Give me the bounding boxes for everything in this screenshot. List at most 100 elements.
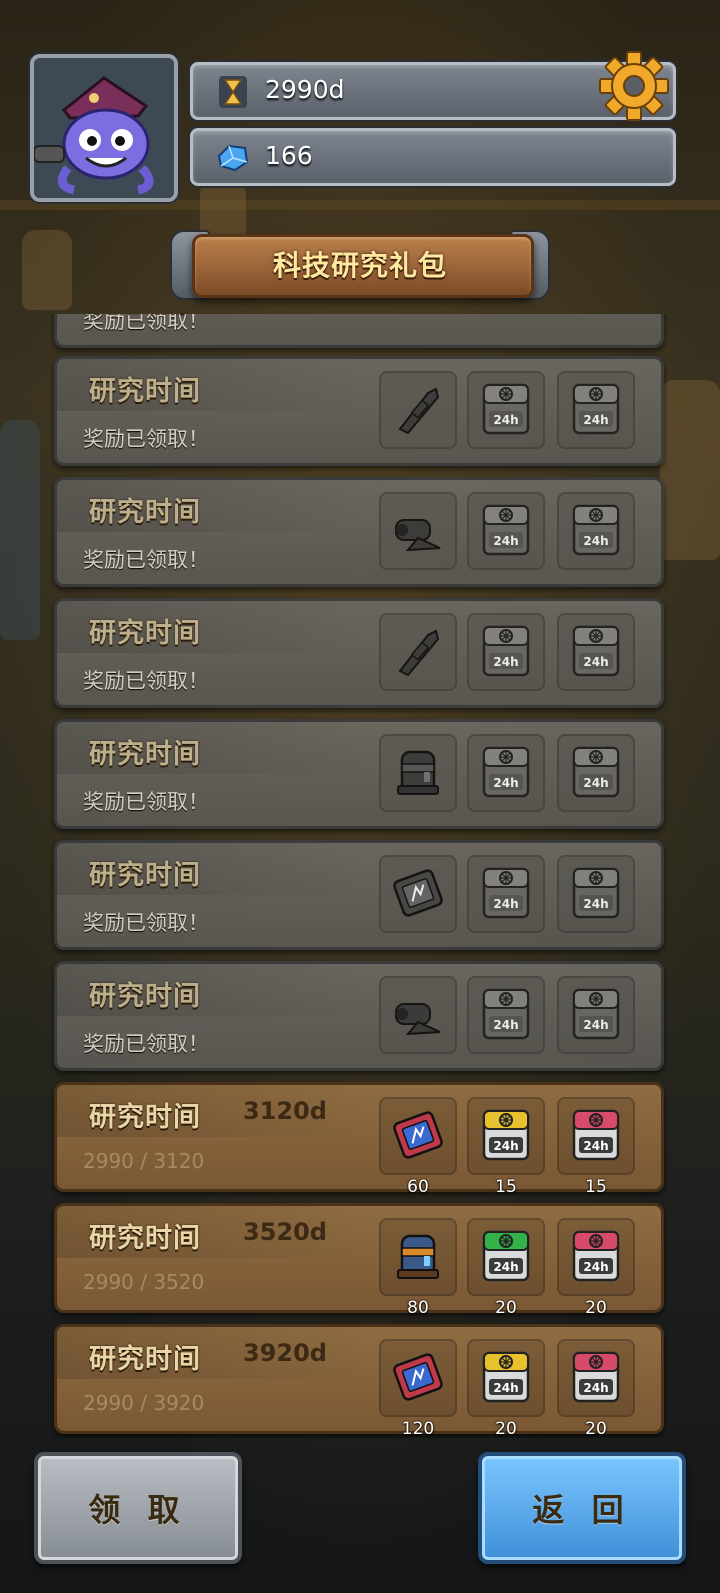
- row-title: 研究时间: [89, 1102, 201, 1133]
- reward-slot[interactable]: [379, 371, 457, 449]
- reward-slot[interactable]: 24h: [467, 613, 545, 691]
- claim-button-label: 领 取: [88, 1491, 188, 1529]
- page-title-ribbon: 科技研究礼包: [170, 230, 550, 300]
- svg-text:24h: 24h: [583, 1139, 608, 1153]
- reward-slot[interactable]: 24h 20: [467, 1339, 545, 1438]
- reward-row: 研究时间奖励已领取！ 24h 24h: [54, 961, 664, 1071]
- reward-count: 20: [495, 1298, 517, 1318]
- reward-row[interactable]: 研究时间 3120d 2990 / 3120 60 24h 15 24h 15: [54, 1082, 664, 1197]
- partial-top-row: 奖励已领取！: [54, 314, 664, 348]
- row-progress: 2990 / 3120: [83, 1149, 205, 1173]
- row-title: 研究时间: [89, 1344, 201, 1375]
- reward-slot[interactable]: 24h 20: [557, 1218, 635, 1318]
- svg-text:24h: 24h: [493, 776, 518, 790]
- reward-slot[interactable]: [379, 855, 457, 933]
- reward-slot[interactable]: 24h: [557, 492, 635, 570]
- reward-slot[interactable]: 24h 20: [467, 1218, 545, 1318]
- svg-text:24h: 24h: [493, 1139, 518, 1153]
- row-title: 研究时间: [89, 860, 201, 891]
- reward-slot[interactable]: 24h: [467, 734, 545, 812]
- row-target-time: 3520d: [243, 1218, 327, 1246]
- gem-resource-bar: 166: [190, 128, 676, 186]
- claim-button[interactable]: 领 取: [34, 1452, 242, 1564]
- back-button-label: 返 回: [532, 1491, 632, 1529]
- reward-slot[interactable]: 24h: [557, 613, 635, 691]
- row-title: 研究时间: [89, 376, 201, 407]
- row-title: 研究时间: [89, 618, 201, 649]
- svg-text:24h: 24h: [583, 1381, 608, 1395]
- reward-count: 20: [585, 1419, 607, 1438]
- reward-list[interactable]: 奖励已领取！ 研究时间 奖励已领取！ 24h 24h 研究时间 奖励已领取！ 24h 24h 研…: [50, 314, 668, 1438]
- svg-text:24h: 24h: [493, 534, 518, 548]
- reward-row: 研究时间奖励已领取！ 24h 24h: [54, 477, 664, 587]
- svg-text:24h: 24h: [583, 897, 608, 911]
- row-claimed-status: 奖励已领取！: [83, 1032, 209, 1056]
- svg-text:24h: 24h: [493, 1018, 518, 1032]
- back-button[interactable]: 返 回: [478, 1452, 686, 1564]
- reward-slot[interactable]: [379, 613, 457, 691]
- svg-text:24h: 24h: [493, 655, 518, 669]
- reward-slot[interactable]: 24h 15: [467, 1097, 545, 1197]
- reward-row[interactable]: 研究时间 3520d 2990 / 3520 80 24h 20 24h 20: [54, 1203, 664, 1318]
- bg-bottle: [0, 420, 40, 640]
- reward-slot[interactable]: [379, 734, 457, 812]
- reward-count: 80: [407, 1298, 429, 1318]
- player-avatar[interactable]: [30, 54, 178, 202]
- row-title: 研究时间: [89, 1223, 201, 1254]
- reward-slot[interactable]: 24h: [467, 976, 545, 1054]
- reward-slot[interactable]: 24h: [557, 855, 635, 933]
- row-target-time: 3120d: [243, 1097, 327, 1125]
- reward-slot[interactable]: 80: [379, 1218, 457, 1318]
- reward-slot[interactable]: 24h: [557, 976, 635, 1054]
- svg-text:24h: 24h: [493, 897, 518, 911]
- bg-bottle: [660, 380, 720, 560]
- reward-count: 15: [585, 1177, 607, 1197]
- svg-text:24h: 24h: [493, 1260, 518, 1274]
- reward-slot[interactable]: 24h: [467, 371, 545, 449]
- reward-slot[interactable]: 24h: [467, 855, 545, 933]
- reward-slot[interactable]: 24h: [557, 371, 635, 449]
- svg-text:24h: 24h: [493, 1381, 518, 1395]
- reward-slot[interactable]: [379, 492, 457, 570]
- row-title: 研究时间: [89, 981, 201, 1012]
- svg-text:24h: 24h: [583, 1018, 608, 1032]
- row-claimed-status: 奖励已领取！: [83, 548, 209, 572]
- reward-slot[interactable]: 24h 15: [557, 1097, 635, 1197]
- reward-row: 研究时间奖励已领取！ 24h 24h: [54, 356, 664, 466]
- row-title: 研究时间: [89, 497, 201, 528]
- reward-row: 研究时间奖励已领取！ 24h 24h: [54, 598, 664, 708]
- partial-row-status: 奖励已领取！: [83, 314, 209, 333]
- hourglass-icon: [219, 76, 247, 108]
- row-claimed-status: 奖励已领取！: [83, 790, 209, 814]
- reward-row[interactable]: 研究时间 3920d 2990 / 3920 120 24h 20 24h 20: [54, 1324, 664, 1438]
- reward-count: 15: [495, 1177, 517, 1197]
- reward-slot[interactable]: 24h: [467, 492, 545, 570]
- reward-slot[interactable]: 24h 20: [557, 1339, 635, 1438]
- reward-count: 20: [585, 1298, 607, 1318]
- svg-text:24h: 24h: [583, 413, 608, 427]
- row-claimed-status: 奖励已领取！: [83, 911, 209, 935]
- octopus-pirate-avatar-icon: [34, 58, 174, 198]
- reward-count: 120: [401, 1419, 435, 1438]
- svg-text:24h: 24h: [583, 655, 608, 669]
- svg-text:24h: 24h: [583, 534, 608, 548]
- reward-slot[interactable]: 120: [379, 1339, 457, 1438]
- reward-row: 研究时间奖励已领取！ 24h 24h: [54, 840, 664, 950]
- svg-text:24h: 24h: [493, 413, 518, 427]
- reward-slot[interactable]: [379, 976, 457, 1054]
- time-value: 2990d: [265, 75, 345, 104]
- row-claimed-status: 奖励已领取！: [83, 669, 209, 693]
- gem-value: 166: [265, 141, 313, 170]
- bg-bottle: [22, 230, 72, 310]
- row-claimed-status: 奖励已领取！: [83, 427, 209, 451]
- row-title: 研究时间: [89, 739, 201, 770]
- reward-count: 60: [407, 1177, 429, 1197]
- page-title: 科技研究礼包: [272, 249, 447, 282]
- reward-slot[interactable]: 60: [379, 1097, 457, 1197]
- svg-text:24h: 24h: [583, 776, 608, 790]
- row-progress: 2990 / 3520: [83, 1270, 205, 1294]
- row-progress: 2990 / 3920: [83, 1391, 205, 1415]
- reward-slot[interactable]: 24h: [557, 734, 635, 812]
- gear-icon[interactable]: [598, 50, 670, 122]
- reward-row: 研究时间奖励已领取！ 24h 24h: [54, 719, 664, 829]
